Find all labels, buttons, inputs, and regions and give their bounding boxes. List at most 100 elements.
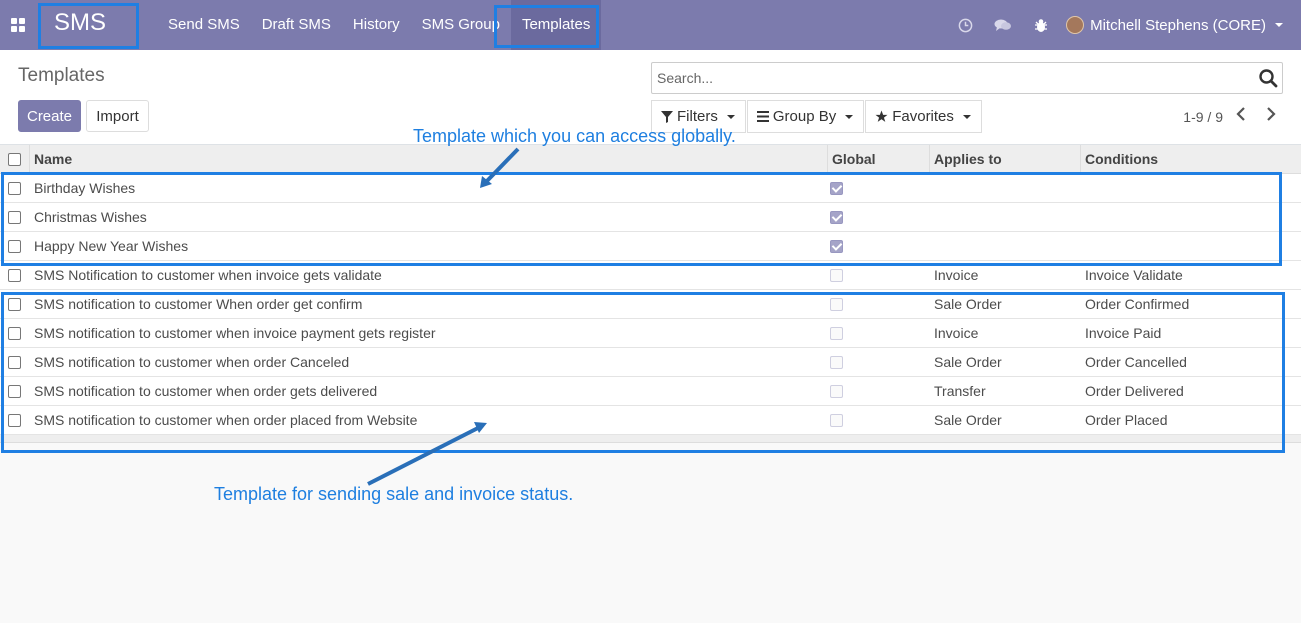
select-all-cell [0,145,29,173]
star-icon [875,110,888,122]
column-global[interactable]: Global [827,145,929,173]
global-cell [827,319,929,347]
avatar [1066,16,1085,34]
conditions-value: Order Delivered [1085,383,1184,399]
create-button[interactable]: Create [18,100,81,132]
annotation-status-note: Template for sending sale and invoice st… [214,484,574,504]
row-checkbox[interactable] [8,355,21,369]
search-icon[interactable] [1258,68,1278,88]
conditions-value: Invoice Paid [1085,325,1162,341]
row-checkbox[interactable] [8,384,21,398]
applies-to-value: Sale Order [934,296,1002,312]
row-checkbox[interactable] [8,326,21,340]
pager-value[interactable]: 1-9 / 9 [1183,109,1223,125]
chevron-down-icon [726,114,735,119]
template-name: SMS notification to customer when order … [34,383,378,399]
table-row[interactable]: Birthday Wishes [0,174,1301,203]
global-cell [827,203,929,231]
table-body: Birthday Wishes Christmas Wishes Happy New… [0,174,1301,435]
global-cell [827,174,929,202]
row-select-cell [0,203,29,231]
menu-draft-sms[interactable]: Draft SMS [251,0,342,50]
conditions-value: Invoice Validate [1085,267,1183,283]
global-cell [827,290,929,318]
row-select-cell [0,232,29,260]
conditions-value: Order Confirmed [1085,296,1190,312]
chevron-right-icon[interactable] [1259,107,1283,126]
template-name: Christmas Wishes [34,209,147,225]
global-checkbox [830,181,843,195]
template-name: SMS notification to customer when invoic… [34,325,436,341]
table-row[interactable]: Christmas Wishes [0,203,1301,232]
applies-to-value: Invoice [934,267,979,283]
row-select-cell [0,174,29,202]
menu-templates[interactable]: Templates [510,0,602,50]
debug-bug-icon[interactable] [1022,0,1060,50]
table-row[interactable]: SMS notification to customer when order … [0,377,1301,406]
row-checkbox[interactable] [8,268,21,282]
template-name: SMS notification to customer when order … [34,412,418,428]
global-checkbox [830,210,843,224]
table-row[interactable]: Happy New Year Wishes [0,232,1301,261]
table-footer [0,435,1301,443]
menu-sms-group[interactable]: SMS Group [411,0,511,50]
activity-clock-icon[interactable] [946,0,984,50]
user-name: Mitchell Stephens (CORE) [1090,16,1266,34]
conditions-value [1080,174,1301,202]
row-select-cell [0,261,29,289]
global-checkbox [830,384,843,398]
template-name: SMS notification to customer when order … [34,354,350,370]
global-checkbox [830,268,843,282]
template-name: SMS Notification to customer when invoic… [34,267,382,283]
menu-send-sms[interactable]: Send SMS [157,0,251,50]
row-checkbox[interactable] [8,210,21,224]
import-button[interactable]: Import [86,100,149,132]
row-checkbox[interactable] [8,297,21,311]
applies-to-value: Sale Order [934,354,1002,370]
applies-to-value: Invoice [934,325,979,341]
table-row[interactable]: SMS notification to customer when invoic… [0,319,1301,348]
global-cell [827,261,929,289]
template-name: SMS notification to customer When order … [34,296,363,312]
row-select-cell [0,319,29,347]
menu-history[interactable]: History [342,0,411,50]
column-applies-to[interactable]: Applies to [929,145,1080,173]
table-row[interactable]: SMS notification to customer when order … [0,348,1301,377]
filter-icon [661,110,673,123]
conditions-value: Order Cancelled [1085,354,1187,370]
select-all-checkbox[interactable] [8,152,21,166]
favorites-button[interactable]: Favorites [865,100,982,133]
global-checkbox [830,355,843,369]
search-input[interactable] [652,63,1242,93]
table-row[interactable]: SMS Notification to customer when invoic… [0,261,1301,290]
applies-to-value [929,232,1080,260]
search-box [651,62,1283,94]
groupby-button[interactable]: Group By [746,100,865,133]
row-checkbox[interactable] [8,413,21,427]
main-menu: Send SMS Draft SMS History SMS Group Tem… [157,0,602,50]
row-select-cell [0,377,29,405]
messages-chat-icon[interactable] [984,0,1022,50]
column-conditions[interactable]: Conditions [1080,145,1301,173]
conditions-value [1080,203,1301,231]
row-select-cell [0,406,29,434]
annotation-global-note: Template which you can access globally. [413,126,736,146]
row-select-cell [0,290,29,318]
column-name[interactable]: Name [29,145,827,173]
apps-grid-icon[interactable] [11,18,25,32]
template-name: Happy New Year Wishes [34,238,189,254]
table-row[interactable]: SMS notification to customer When order … [0,290,1301,319]
app-brand[interactable]: SMS [54,9,106,37]
navbar-right: Mitchell Stephens (CORE) [946,0,1301,50]
global-cell [827,406,929,434]
table-row[interactable]: SMS notification to customer when order … [0,406,1301,435]
row-checkbox[interactable] [8,239,21,253]
chevron-left-icon[interactable] [1229,107,1253,126]
user-menu[interactable]: Mitchell Stephens (CORE) [1060,16,1301,34]
global-checkbox [830,239,843,253]
conditions-value [1080,232,1301,260]
filters-label: Filters [677,108,718,125]
row-select-cell [0,348,29,376]
chevron-down-icon [845,114,854,119]
row-checkbox[interactable] [8,181,21,195]
